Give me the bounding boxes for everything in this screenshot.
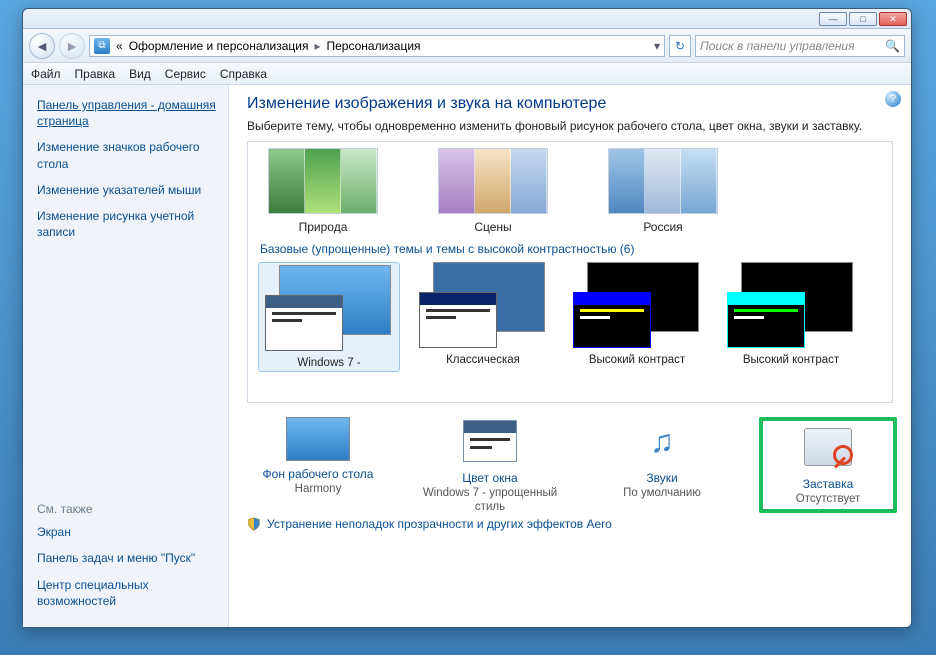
theme-win7-basic-window-icon — [265, 295, 343, 351]
footer-screensaver-value: Отсутствует — [796, 493, 861, 505]
search-box[interactable]: Поиск в панели управления 🔍 — [695, 35, 905, 57]
theme-scenes-thumb — [438, 148, 548, 214]
troubleshoot-row: Устранение неполадок прозрачности и друг… — [229, 517, 911, 537]
menu-edit[interactable]: Правка — [75, 67, 116, 81]
breadcrumb-seg-1[interactable]: Оформление и персонализация — [129, 39, 309, 53]
sidebar-mouse-pointers-link[interactable]: Изменение указателей мыши — [37, 182, 216, 198]
theme-scenes-label: Сцены — [428, 220, 558, 234]
theme-nature-label: Природа — [258, 220, 388, 234]
sidebar-accessibility-link[interactable]: Центр специальных возможностей — [37, 577, 216, 609]
menu-service[interactable]: Сервис — [165, 67, 206, 81]
minimize-button[interactable]: — — [819, 12, 847, 26]
sidebar-display-link[interactable]: Экран — [37, 524, 216, 540]
breadcrumb-arrow-icon: « — [116, 39, 123, 53]
screensaver-icon — [799, 423, 857, 471]
search-placeholder: Поиск в панели управления — [700, 39, 855, 53]
menu-view[interactable]: Вид — [129, 67, 151, 81]
control-panel-window: — □ ✕ ◄ ► ⧉ « Оформление и персонализаци… — [22, 8, 912, 628]
theme-hc2-window-icon — [727, 292, 805, 348]
theme-classic-label: Классическая — [412, 354, 554, 366]
theme-hc2-label: Высокий контраст — [720, 354, 862, 366]
footer-background[interactable]: Фон рабочего стола Harmony — [243, 417, 393, 513]
theme-scenes[interactable]: Сцены — [428, 148, 558, 234]
theme-russia[interactable]: Россия — [598, 148, 728, 234]
navbar: ◄ ► ⧉ « Оформление и персонализация ▸ Пе… — [23, 29, 911, 63]
forward-button[interactable]: ► — [59, 33, 85, 59]
sidebar-account-picture-link[interactable]: Изменение рисунка учетной записи — [37, 208, 216, 240]
theme-win7-basic-label: Windows 7 - — [261, 357, 397, 369]
main-panel: ? Изменение изображения и звука на компь… — [229, 85, 911, 627]
basic-themes-header: Базовые (упрощенные) темы и темы с высок… — [260, 242, 892, 256]
sidebar-desktop-icons-link[interactable]: Изменение значков рабочего стола — [37, 139, 216, 171]
footer-sounds[interactable]: ♫ Звуки По умолчанию — [587, 417, 737, 513]
footer-window-color-link[interactable]: Цвет окна — [415, 471, 565, 485]
sidebar: Панель управления - домашняя страница Из… — [23, 85, 229, 627]
theme-russia-label: Россия — [598, 220, 728, 234]
help-icon[interactable]: ? — [885, 91, 901, 107]
footer-background-value: Harmony — [295, 483, 342, 495]
troubleshoot-aero-link[interactable]: Устранение неполадок прозрачности и друг… — [267, 517, 612, 531]
footer-screensaver-link[interactable]: Заставка — [765, 477, 891, 491]
theme-nature[interactable]: Природа — [258, 148, 388, 234]
theme-hc1-window-icon — [573, 292, 651, 348]
theme-russia-thumb — [608, 148, 718, 214]
menu-file[interactable]: Файл — [31, 67, 61, 81]
address-bar[interactable]: ⧉ « Оформление и персонализация ▸ Персон… — [89, 35, 665, 57]
breadcrumb-seg-2[interactable]: Персонализация — [326, 39, 420, 53]
footer-sounds-value: По умолчанию — [623, 487, 701, 499]
footer-screensaver[interactable]: Заставка Отсутствует — [759, 417, 897, 513]
address-dropdown-icon[interactable]: ▾ — [654, 39, 660, 53]
control-panel-icon: ⧉ — [94, 38, 110, 54]
breadcrumb-separator-icon: ▸ — [314, 39, 320, 53]
menubar: Файл Правка Вид Сервис Справка — [23, 63, 911, 85]
maximize-button[interactable]: □ — [849, 12, 877, 26]
theme-hc1-label: Высокий контраст — [566, 354, 708, 366]
sidebar-home-link[interactable]: Панель управления - домашняя страница — [37, 97, 216, 129]
body: Панель управления - домашняя страница Из… — [23, 85, 911, 627]
themes-listbox[interactable]: Природа Сцены Россия — [247, 141, 893, 403]
theme-nature-thumb — [268, 148, 378, 214]
shield-icon — [247, 517, 261, 531]
footer-background-link[interactable]: Фон рабочего стола — [243, 467, 393, 481]
footer-window-color-value: Windows 7 - упрощенный стиль — [423, 487, 557, 513]
theme-classic[interactable]: Классическая — [412, 262, 554, 372]
sidebar-see-also-label: См. также — [37, 502, 216, 516]
close-button[interactable]: ✕ — [879, 12, 907, 26]
footer-window-color[interactable]: Цвет окна Windows 7 - упрощенный стиль — [415, 417, 565, 513]
page-title: Изменение изображения и звука на компьют… — [247, 95, 893, 113]
back-button[interactable]: ◄ — [29, 33, 55, 59]
menu-help[interactable]: Справка — [220, 67, 267, 81]
titlebar: — □ ✕ — [23, 9, 911, 29]
sounds-icon: ♫ — [633, 417, 691, 465]
sidebar-taskbar-link[interactable]: Панель задач и меню "Пуск" — [37, 550, 216, 566]
footer-sounds-link[interactable]: Звуки — [587, 471, 737, 485]
window-color-icon — [461, 417, 519, 465]
theme-win7-basic[interactable]: Windows 7 - — [258, 262, 400, 372]
theme-classic-window-icon — [419, 292, 497, 348]
footer-bar: Фон рабочего стола Harmony Цвет окна Win… — [229, 409, 911, 517]
page-description: Выберите тему, чтобы одновременно измени… — [247, 119, 893, 133]
theme-high-contrast-2[interactable]: Высокий контраст — [720, 262, 862, 372]
desktop-background-icon — [286, 417, 350, 461]
search-icon[interactable]: 🔍 — [885, 39, 900, 53]
refresh-button[interactable]: ↻ — [669, 35, 691, 57]
theme-high-contrast-1[interactable]: Высокий контраст — [566, 262, 708, 372]
